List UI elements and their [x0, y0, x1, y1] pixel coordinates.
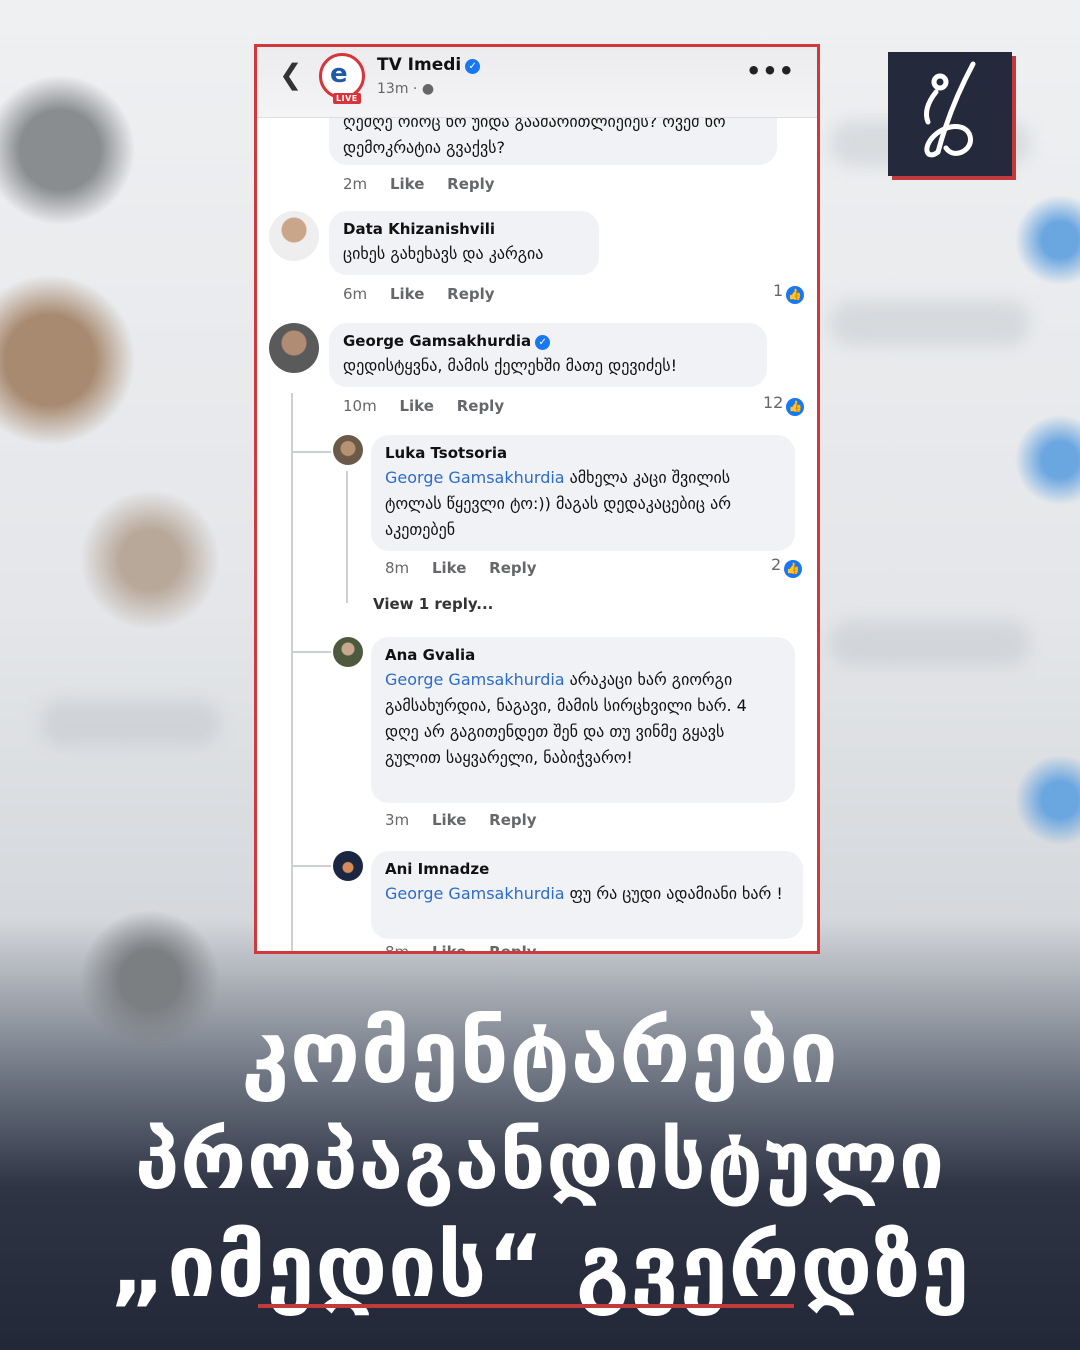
comment-actions: 2m Like Reply — [343, 175, 513, 193]
blurred-shape — [40, 700, 220, 746]
comment-body: ფუ რა ცუდი ადამიანი ხარ ! — [564, 884, 783, 903]
mention-link[interactable]: George Gamsakhurdia — [385, 468, 565, 487]
verified-badge-icon: ✓ — [535, 335, 551, 350]
thread-line — [346, 471, 348, 603]
live-badge: LIVE — [333, 93, 361, 104]
brand-logo — [888, 52, 1012, 176]
comment-time: 8m — [385, 943, 410, 954]
facebook-comments-screenshot: ❮ e LIVE TV Imedi ✓ 13m · ● ••• ღეძღე ოირ… — [254, 44, 820, 954]
back-arrow-icon[interactable]: ❮ — [279, 61, 302, 89]
commenter-name[interactable]: Ana Gvalia — [385, 646, 781, 664]
headline-line-1: კომენტარები — [241, 1003, 839, 1103]
like-button[interactable]: Like — [399, 397, 433, 415]
commenter-name[interactable]: Data Khizanishvili — [343, 220, 585, 238]
like-button[interactable]: Like — [432, 811, 466, 829]
reaction-count[interactable]: 2 👍 — [771, 555, 803, 578]
comment-actions: 8m Like Reply — [385, 559, 555, 577]
comment-actions: 3m Like Reply — [385, 811, 555, 829]
reply-button[interactable]: Reply — [489, 943, 536, 951]
view-replies-link[interactable]: View 1 reply... — [373, 595, 493, 613]
thread-line — [293, 865, 331, 867]
reaction-number: 12 — [763, 393, 784, 412]
avatar[interactable] — [333, 637, 363, 667]
comment-text: George Gamsakhurdia ამხელა კაცი შვილის ტ… — [385, 465, 781, 543]
comment-text: George Gamsakhurdia ფუ რა ცუდი ადამიანი … — [385, 881, 789, 907]
headline-underline — [258, 1304, 794, 1308]
post-time: 13m · — [377, 81, 422, 97]
post-meta: 13m · ● — [377, 81, 434, 97]
globe-icon: ● — [421, 81, 435, 97]
commenter-name[interactable]: Ani Imnadze — [385, 860, 789, 878]
like-button[interactable]: Like — [390, 175, 424, 193]
reaction-number: 1 — [773, 281, 784, 300]
headline-line-2: პროპაგანდისტული — [134, 1114, 946, 1207]
comment-bubble: Ana Gvalia George Gamsakhurdia არაკაცი ხ… — [371, 637, 795, 803]
more-options-icon[interactable]: ••• — [746, 57, 795, 85]
verified-badge-icon: ✓ — [465, 59, 481, 74]
thread-line — [293, 651, 331, 653]
reply-button[interactable]: Reply — [489, 811, 536, 829]
reaction-count[interactable]: 12 👍 — [763, 393, 805, 416]
avatar[interactable] — [333, 435, 363, 465]
like-reaction-icon: 👍 — [786, 286, 805, 304]
avatar[interactable] — [333, 851, 363, 881]
post-header: ❮ e LIVE TV Imedi ✓ 13m · ● ••• — [257, 47, 817, 118]
reply-button[interactable]: Reply — [489, 559, 536, 577]
avatar[interactable] — [269, 323, 319, 373]
reaction-number: 2 — [771, 555, 782, 574]
like-reaction-icon: 👍 — [784, 560, 803, 578]
reaction-count[interactable]: 1 👍 — [773, 281, 805, 304]
blurred-shape — [830, 300, 1030, 346]
page-name-text: TV Imedi — [377, 55, 462, 75]
comment-text: George Gamsakhurdia არაკაცი ხარ გიორგი გ… — [385, 667, 781, 771]
comment-text: დედისტყვნა, მამის ქელეხში მათე დევიძეს! — [343, 356, 678, 375]
thread-line — [291, 393, 293, 951]
page-name[interactable]: TV Imedi ✓ — [377, 55, 481, 75]
like-button[interactable]: Like — [390, 285, 424, 303]
commenter-name-text: George Gamsakhurdia — [343, 332, 532, 350]
comment-time: 10m — [343, 397, 377, 415]
comment-text: ციხეს გახეხავს და კარგია — [343, 244, 544, 263]
comment-bubble: George Gamsakhurdia ✓ დედისტყვნა, მამის ქ… — [329, 323, 767, 387]
like-reaction-icon: 👍 — [786, 398, 805, 416]
comment-time: 6m — [343, 285, 368, 303]
avatar[interactable] — [269, 211, 319, 261]
commenter-name[interactable]: Luka Tsotsoria — [385, 444, 781, 462]
mention-link[interactable]: George Gamsakhurdia — [385, 884, 565, 903]
comment-actions: 10m Like Reply — [343, 397, 522, 415]
comment-actions: 8m Like Reply — [385, 943, 555, 954]
like-button[interactable]: Like — [432, 943, 466, 951]
reply-button[interactable]: Reply — [447, 285, 494, 303]
comment-bubble: Luka Tsotsoria George Gamsakhurdia ამხელ… — [371, 435, 795, 551]
commenter-name[interactable]: George Gamsakhurdia ✓ — [343, 332, 753, 350]
thread-line — [293, 451, 331, 453]
like-button[interactable]: Like — [432, 559, 466, 577]
blurred-shape — [830, 620, 1030, 666]
comment-actions: 6m Like Reply — [343, 285, 513, 303]
comment-time: 3m — [385, 811, 410, 829]
reply-button[interactable]: Reply — [457, 397, 504, 415]
comment-time: 8m — [385, 559, 410, 577]
page-logo-letter: e — [330, 59, 348, 89]
comment-bubble: Ani Imnadze George Gamsakhurdia ფუ რა ცუ… — [371, 851, 803, 939]
comment-time: 2m — [343, 175, 368, 193]
comment-bubble: Data Khizanishvili ციხეს გახეხავს და კარ… — [329, 211, 599, 275]
headline-line-3: „იმედის“ გვერდზე — [109, 1217, 971, 1317]
reply-button[interactable]: Reply — [447, 175, 494, 193]
mention-link[interactable]: George Gamsakhurdia — [385, 670, 565, 689]
brand-logo-icon — [923, 61, 976, 158]
